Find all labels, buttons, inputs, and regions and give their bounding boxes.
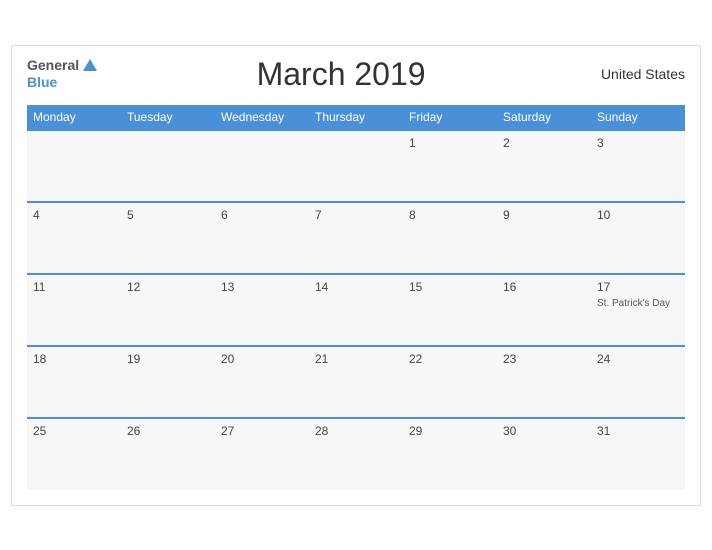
day-number: 15	[409, 280, 491, 294]
calendar-day-cell: 7	[309, 202, 403, 274]
day-number: 3	[597, 136, 679, 150]
weekday-header: Wednesday	[215, 105, 309, 130]
calendar-day-cell: 16	[497, 274, 591, 346]
calendar-day-cell: 27	[215, 418, 309, 490]
calendar-header-row: MondayTuesdayWednesdayThursdayFridaySatu…	[27, 105, 685, 130]
day-number: 19	[127, 352, 209, 366]
weekday-header: Sunday	[591, 105, 685, 130]
day-number: 7	[315, 208, 397, 222]
day-number: 28	[315, 424, 397, 438]
calendar-day-cell: 13	[215, 274, 309, 346]
calendar-day-cell: 6	[215, 202, 309, 274]
calendar-day-cell: 2	[497, 130, 591, 202]
calendar-week-row: 123	[27, 130, 685, 202]
day-number: 24	[597, 352, 679, 366]
calendar-day-cell: 15	[403, 274, 497, 346]
calendar-day-cell: 11	[27, 274, 121, 346]
day-number: 22	[409, 352, 491, 366]
day-number: 8	[409, 208, 491, 222]
day-number: 6	[221, 208, 303, 222]
calendar-day-cell: 20	[215, 346, 309, 418]
event-label: St. Patrick's Day	[597, 297, 679, 310]
country-label: United States	[585, 66, 685, 82]
calendar-day-cell: 4	[27, 202, 121, 274]
logo-general-text: General	[27, 57, 79, 74]
day-number: 21	[315, 352, 397, 366]
day-number: 26	[127, 424, 209, 438]
day-number: 25	[33, 424, 115, 438]
day-number: 4	[33, 208, 115, 222]
weekday-header: Thursday	[309, 105, 403, 130]
day-number: 13	[221, 280, 303, 294]
calendar-table: MondayTuesdayWednesdayThursdayFridaySatu…	[27, 105, 685, 490]
weekday-header: Monday	[27, 105, 121, 130]
calendar-day-cell: 24	[591, 346, 685, 418]
calendar-day-cell: 14	[309, 274, 403, 346]
calendar-week-row: 11 12 13 14 15 16 17 St. Patrick's Day	[27, 274, 685, 346]
calendar-day-cell: 3	[591, 130, 685, 202]
calendar-day-cell: 29	[403, 418, 497, 490]
day-number: 29	[409, 424, 491, 438]
day-number: 10	[597, 208, 679, 222]
day-number: 1	[409, 136, 491, 150]
calendar-day-cell: 19	[121, 346, 215, 418]
calendar-week-row: 25 26 27 28 29 30 31	[27, 418, 685, 490]
calendar-day-cell: 23	[497, 346, 591, 418]
calendar-day-cell: 9	[497, 202, 591, 274]
calendar-day-cell: 17 St. Patrick's Day	[591, 274, 685, 346]
logo-blue-text: Blue	[27, 74, 57, 91]
day-number: 11	[33, 280, 115, 294]
calendar-header: General Blue March 2019 United States	[27, 56, 685, 93]
weekday-header: Saturday	[497, 105, 591, 130]
day-number: 17	[597, 280, 679, 294]
calendar-day-cell	[121, 130, 215, 202]
day-number: 5	[127, 208, 209, 222]
day-number: 31	[597, 424, 679, 438]
logo-triangle-icon	[83, 59, 97, 71]
calendar-day-cell: 18	[27, 346, 121, 418]
day-number: 27	[221, 424, 303, 438]
weekday-header: Friday	[403, 105, 497, 130]
day-number: 9	[503, 208, 585, 222]
calendar-wrapper: General Blue March 2019 United States Mo…	[11, 45, 701, 506]
calendar-day-cell: 21	[309, 346, 403, 418]
logo: General Blue	[27, 57, 97, 91]
weekday-header: Tuesday	[121, 105, 215, 130]
calendar-week-row: 456789 10	[27, 202, 685, 274]
day-number: 20	[221, 352, 303, 366]
day-number: 2	[503, 136, 585, 150]
day-number: 23	[503, 352, 585, 366]
month-title: March 2019	[97, 56, 585, 93]
calendar-day-cell: 1	[403, 130, 497, 202]
calendar-day-cell	[309, 130, 403, 202]
day-number: 12	[127, 280, 209, 294]
calendar-day-cell: 26	[121, 418, 215, 490]
calendar-day-cell: 5	[121, 202, 215, 274]
calendar-day-cell	[27, 130, 121, 202]
day-number: 14	[315, 280, 397, 294]
calendar-week-row: 18 19 20 21 22 23 24	[27, 346, 685, 418]
calendar-day-cell: 12	[121, 274, 215, 346]
calendar-day-cell: 22	[403, 346, 497, 418]
calendar-day-cell: 25	[27, 418, 121, 490]
calendar-body: 1234567891011121314151617St. Patrick's D…	[27, 130, 685, 490]
calendar-day-cell: 8	[403, 202, 497, 274]
calendar-day-cell: 28	[309, 418, 403, 490]
calendar-day-cell: 31	[591, 418, 685, 490]
calendar-day-cell: 30	[497, 418, 591, 490]
day-number: 16	[503, 280, 585, 294]
calendar-day-cell: 10	[591, 202, 685, 274]
day-number: 18	[33, 352, 115, 366]
calendar-day-cell	[215, 130, 309, 202]
day-number: 30	[503, 424, 585, 438]
